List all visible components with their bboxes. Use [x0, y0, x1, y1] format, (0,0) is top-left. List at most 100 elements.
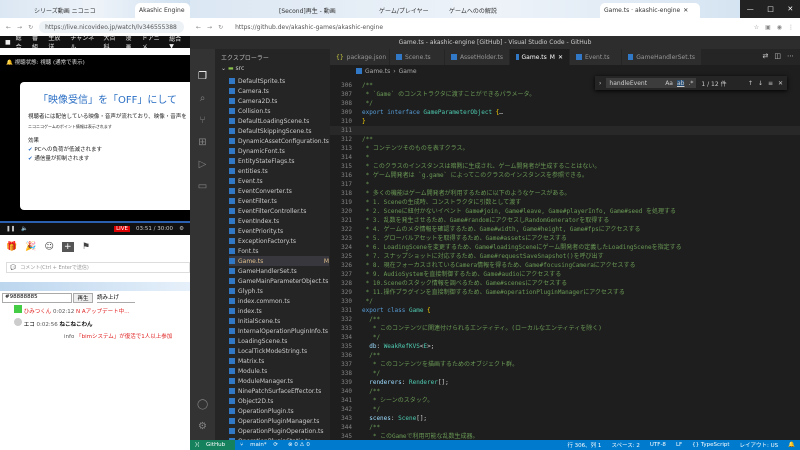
- file-item[interactable]: ModuleManager.ts: [229, 376, 329, 386]
- file-item[interactable]: Object2D.ts: [229, 396, 329, 406]
- reload-icon[interactable]: ↻: [28, 24, 33, 31]
- browser-tab[interactable]: ゲームへのの解説: [445, 3, 535, 18]
- tab-assetholder[interactable]: AssetHolder.ts: [445, 49, 510, 65]
- code-line[interactable]: 309 export interface GameParameterObject …: [330, 108, 800, 117]
- file-item[interactable]: EventFilterController.ts: [229, 206, 329, 216]
- file-item[interactable]: Collision.ts: [229, 106, 329, 116]
- more-icon[interactable]: ⋯: [787, 52, 794, 60]
- minimize-icon[interactable]: —: [747, 5, 754, 13]
- volume-icon[interactable]: 🔈: [21, 226, 28, 232]
- close-icon[interactable]: ✕: [683, 7, 688, 14]
- problems-indicator[interactable]: ⊗ 0 ⚠ 0: [283, 442, 315, 448]
- code-line[interactable]: 327 * 9. AudioSystemを直接制御するため、Game#audio…: [330, 270, 800, 279]
- whole-word-toggle[interactable]: ab: [676, 79, 685, 87]
- code-line[interactable]: 340 /**: [330, 387, 800, 396]
- close-window-icon[interactable]: ✕: [787, 5, 793, 13]
- close-icon[interactable]: ✕: [558, 54, 563, 61]
- code-line[interactable]: 337 * このコンテンツを描画するためのオブジェクト群。: [330, 360, 800, 369]
- code-line[interactable]: 324 * 6. LoadingSceneを変更するため、Game#loadin…: [330, 243, 800, 252]
- profile-icon[interactable]: ◉: [777, 24, 782, 31]
- file-item[interactable]: EventIndex.ts: [229, 216, 329, 226]
- breadcrumb-item[interactable]: Game.ts: [365, 68, 390, 75]
- gift-icon[interactable]: 🎁: [6, 242, 17, 252]
- emotion-icon[interactable]: ☺: [44, 242, 53, 252]
- match-case-toggle[interactable]: Aa: [665, 80, 673, 87]
- flag-icon[interactable]: ⚑: [82, 242, 90, 252]
- url-input[interactable]: https://live.nicovideo.jp/watch/lv346555…: [39, 21, 184, 33]
- file-item[interactable]: DynamicAssetConfiguration.ts: [229, 136, 329, 146]
- pause-icon[interactable]: ❚❚: [6, 226, 15, 232]
- code-line[interactable]: 342 */: [330, 405, 800, 414]
- explorer-icon[interactable]: ❐: [197, 71, 208, 82]
- comment-row[interactable]: ひみつくん 0:02:12 N Aアップデート中…: [14, 305, 190, 318]
- file-item[interactable]: Glyph.ts: [229, 286, 329, 296]
- code-line[interactable]: 308 */: [330, 99, 800, 108]
- keyboard-layout[interactable]: レイアウト: US: [735, 441, 784, 449]
- code-line[interactable]: 320 * 2. Sceneに紐付かないイベント Game#join, Game…: [330, 207, 800, 216]
- tab-package-json[interactable]: {} package.json: [330, 49, 390, 65]
- code-line[interactable]: 325 * 7. スナップショットに対応するため、Game#requestSav…: [330, 252, 800, 261]
- code-line[interactable]: 312 /**: [330, 135, 800, 144]
- code-line[interactable]: 319 * 1. Sceneの生成時、コンストラクタに引数として渡す: [330, 198, 800, 207]
- forward-icon[interactable]: →: [17, 24, 22, 31]
- code-line[interactable]: 314 *: [330, 153, 800, 162]
- indentation[interactable]: スペース: 2: [606, 441, 644, 449]
- code-line[interactable]: 336 /**: [330, 351, 800, 360]
- code-line[interactable]: 311: [330, 126, 800, 135]
- encoding[interactable]: UTF-8: [645, 442, 671, 448]
- file-item[interactable]: Font.ts: [229, 246, 329, 256]
- url-input[interactable]: https://github.dev/akashic-games/akashic…: [229, 21, 748, 33]
- search-icon[interactable]: ⌕: [197, 93, 208, 104]
- close-find-icon[interactable]: ✕: [778, 80, 783, 87]
- remote-indicator[interactable]: ⟩⟨ GitHub: [190, 440, 236, 450]
- file-item[interactable]: LoadingScene.ts: [229, 336, 329, 346]
- code-line[interactable]: 321 * 3. 乱数を発生させるため、Game#randomにアクセスしRan…: [330, 216, 800, 225]
- code-line[interactable]: 333 * このコンテンツに関連付けられるエンティティ。(ローカルなエンティティ…: [330, 324, 800, 333]
- file-item[interactable]: Camera2D.ts: [229, 96, 329, 106]
- file-item[interactable]: Game.ts M: [229, 256, 329, 266]
- code-line[interactable]: 330 */: [330, 297, 800, 306]
- code-line[interactable]: 344 /**: [330, 423, 800, 432]
- toggle-replace-icon[interactable]: ›: [599, 80, 601, 87]
- browser-tab-active[interactable]: Game.ts · akashic-engine ✕: [600, 3, 700, 18]
- party-icon[interactable]: 🎉: [25, 242, 36, 252]
- code-line[interactable]: 329 * 11.操作プラグインを直接制御するため、Game#operation…: [330, 288, 800, 297]
- file-item[interactable]: index.ts: [229, 306, 329, 316]
- find-in-selection-icon[interactable]: ≡: [768, 80, 773, 87]
- code-line[interactable]: 322 * 4. ゲームのメタ情報を確認するため、Game#width, Gam…: [330, 225, 800, 234]
- menu-icon[interactable]: ⋮: [788, 24, 794, 31]
- code-line[interactable]: 341 * シーンのスタック。: [330, 396, 800, 405]
- file-item[interactable]: EventConverter.ts: [229, 186, 329, 196]
- browser-tab[interactable]: [Second]再生 - 動画: [275, 3, 370, 18]
- comment-row[interactable]: info 「bimシステム」が復活で1人以上参加: [14, 331, 190, 343]
- code-line[interactable]: 334 */: [330, 333, 800, 342]
- tab-gamehandlerset[interactable]: GameHandlerSet.ts: [622, 49, 702, 65]
- file-item[interactable]: Event.ts: [229, 176, 329, 186]
- add-icon[interactable]: +: [61, 242, 74, 252]
- code-line[interactable]: 315 * このクラスのインスタンスは暗黙に生成され、ゲーム開発者が生成すること…: [330, 162, 800, 171]
- extensions-icon[interactable]: ⊞: [197, 137, 208, 148]
- file-item[interactable]: DefaultSkippingScene.ts: [229, 126, 329, 136]
- code-line[interactable]: 323 * 5. グローバルアセットを取得するため、Game#assetsにアク…: [330, 234, 800, 243]
- file-item[interactable]: DefaultLoadingScene.ts: [229, 116, 329, 126]
- code-line[interactable]: 316 * ゲーム開発者は `g.game` によってこのクラスのインスタンスを…: [330, 171, 800, 180]
- branch-indicator[interactable]: ⑂ main* ⟳: [235, 442, 283, 448]
- gear-icon[interactable]: ⚙: [197, 421, 208, 432]
- file-item[interactable]: LocalTickModeString.ts: [229, 346, 329, 356]
- nico-logo-icon[interactable]: ■: [5, 39, 11, 46]
- browser-tab[interactable]: シリーズ動画 ニコニコ: [30, 3, 110, 18]
- tab-game[interactable]: Game.ts M ✕: [510, 49, 570, 65]
- regex-toggle[interactable]: .*: [688, 80, 693, 87]
- folder-src[interactable]: ⌄ ▬ src: [215, 65, 330, 75]
- code-line[interactable]: 317 *: [330, 180, 800, 189]
- comment-row[interactable]: エコ 0:02:56 ねこねこわん: [14, 318, 190, 331]
- run-debug-icon[interactable]: ▷: [197, 159, 208, 170]
- file-item[interactable]: GameMainParameterObject.ts: [229, 276, 329, 286]
- code-line[interactable]: 318 * 多くの機能はゲーム開発者が利用するために以下のようなケースがある。: [330, 189, 800, 198]
- code-line[interactable]: 338 */: [330, 369, 800, 378]
- find-input[interactable]: handleEvent Aa ab .*: [606, 78, 697, 88]
- bell-icon[interactable]: 🔔: [783, 442, 800, 448]
- code-line[interactable]: 343 scenes: Scene[];: [330, 414, 800, 423]
- code-line[interactable]: 335 db: WeakRefKVS<E>;: [330, 342, 800, 351]
- file-item[interactable]: Matrix.ts: [229, 356, 329, 366]
